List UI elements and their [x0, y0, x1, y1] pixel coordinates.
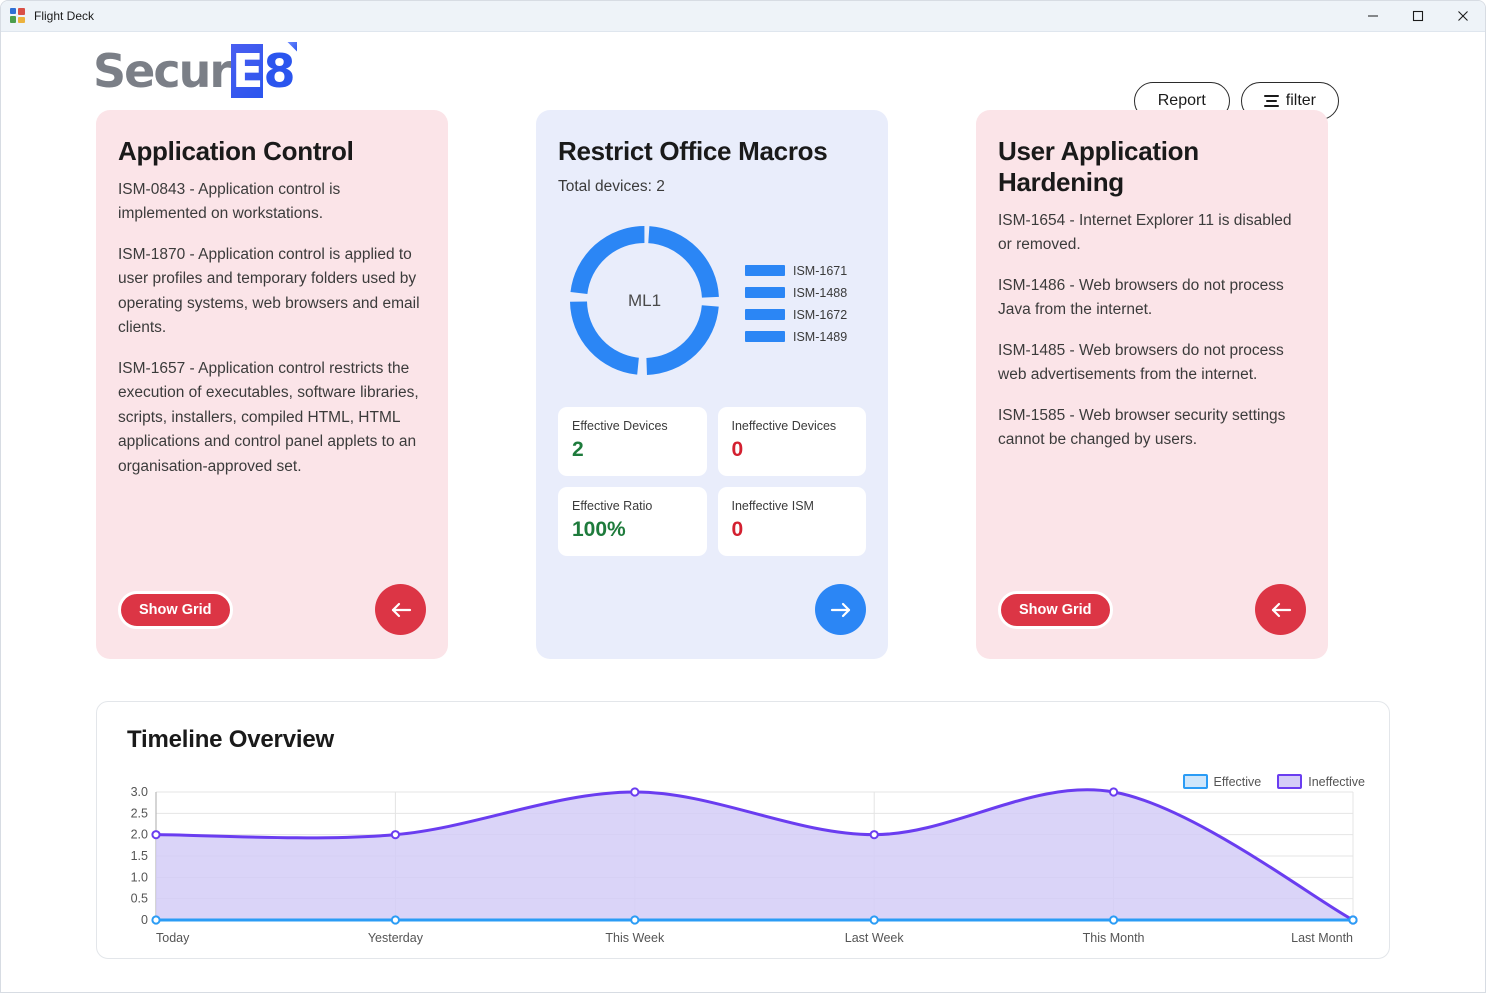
timeline-overview-panel: Timeline Overview Effective Ineffective … [96, 701, 1390, 959]
maximize-button[interactable] [1395, 1, 1440, 32]
y-axis-tick-label: 3.0 [131, 785, 148, 799]
x-axis-tick-label: Today [156, 931, 190, 945]
cards-row: Application Control ISM-0843 - Applicati… [1, 110, 1485, 659]
arrow-right-icon [830, 602, 850, 617]
app-header: Secur E8 Report filter [1, 32, 1485, 120]
legend-label: ISM-1488 [793, 285, 848, 300]
card-title: Application Control [118, 136, 354, 166]
x-axis-tick-label: Last Month [1291, 931, 1353, 945]
show-grid-button[interactable]: Show Grid [998, 590, 1113, 629]
card-paragraph: ISM-1654 - Internet Explorer 11 is disab… [998, 212, 1292, 254]
card-footer: Show Grid [118, 584, 426, 635]
minimize-button[interactable] [1350, 1, 1395, 32]
stat-value: 0 [731, 518, 744, 541]
stat-label: Ineffective ISM [731, 499, 814, 513]
legend-label: ISM-1489 [793, 329, 848, 344]
report-button-label: Report [1157, 92, 1206, 109]
legend-swatch [745, 309, 785, 320]
stat-value: 2 [572, 438, 584, 461]
stat-ineffective-devices: Ineffective Devices 0 [717, 407, 866, 476]
stats-grid: Effective Devices 2 Ineffective Devices … [558, 407, 866, 556]
x-axis-tick-label: This Month [1083, 931, 1145, 945]
y-axis-tick-label: 1.0 [131, 870, 148, 884]
total-devices-label: Total devices: 2 [558, 178, 665, 195]
y-axis-tick-label: 2.5 [131, 806, 148, 820]
filter-button-label: filter [1285, 92, 1316, 109]
y-axis-tick-label: 2.0 [131, 828, 148, 842]
donut-chart: ML1 [562, 218, 727, 383]
next-button[interactable] [815, 584, 866, 635]
card-title: Restrict Office Macros [558, 136, 828, 166]
stat-value: 0 [731, 438, 744, 461]
stat-value: 100% [572, 518, 626, 541]
legend-label: ISM-1672 [793, 307, 848, 322]
y-axis-tick-label: 1.5 [131, 849, 148, 863]
card-restrict-office-macros: Restrict Office Macros Total devices: 2 … [536, 110, 888, 659]
logo-letter-e: E [231, 44, 263, 98]
x-axis-tick-label: Yesterday [368, 931, 424, 945]
y-axis-tick-label: 0.5 [131, 892, 148, 906]
stat-effective-devices: Effective Devices 2 [558, 407, 707, 476]
stat-label: Effective Devices [572, 419, 668, 433]
logo-text-e8: E8 [231, 42, 298, 98]
card-paragraph: ISM-1657 - Application control restricts… [118, 359, 419, 475]
timeline-title: Timeline Overview [127, 726, 334, 753]
card-paragraph: ISM-0843 - Application control is implem… [118, 181, 341, 223]
card-paragraph: ISM-1485 - Web browsers do not process w… [998, 341, 1284, 384]
legend-swatch [745, 331, 785, 342]
filter-icon [1263, 94, 1279, 108]
stat-ineffective-ism: Ineffective ISM 0 [717, 487, 866, 556]
arrow-left-icon [391, 602, 411, 617]
card-paragraph: ISM-1870 - Application control is applie… [118, 245, 420, 337]
card-footer: Show Grid [998, 584, 1306, 635]
securE8-logo: Secur E8 [93, 42, 298, 98]
card-title: User Application Hardening [998, 136, 1199, 197]
stat-label: Effective Ratio [572, 499, 653, 513]
card-application-control: Application Control ISM-0843 - Applicati… [96, 110, 448, 659]
previous-button[interactable] [375, 584, 426, 635]
title-bar: Flight Deck [1, 1, 1485, 32]
previous-button[interactable] [1255, 584, 1306, 635]
legend-item[interactable]: ISM-1671 [745, 264, 847, 278]
card-paragraph: ISM-1486 - Web browsers do not process J… [998, 276, 1284, 319]
timeline-chart: 0 0.5 1.0 1.5 2.0 2.5 3.0 Today Yesterday This We… [116, 784, 1371, 945]
card-footer [558, 584, 866, 635]
show-grid-button[interactable]: Show Grid [118, 590, 233, 629]
stat-label: Ineffective Devices [731, 419, 837, 433]
close-button[interactable] [1440, 1, 1485, 32]
x-axis-tick-label: Last Week [845, 931, 905, 945]
donut-chart-row: ML1 ISM-1671 ISM-1488 ISM-1672 ISM-1489 [562, 218, 866, 383]
app-window: Flight Deck Secur E8 Report filter Appli… [0, 0, 1486, 993]
app-icon [10, 8, 26, 24]
legend-item[interactable]: ISM-1672 [745, 308, 847, 322]
donut-center-label: ML1 [627, 290, 662, 310]
legend-swatch [745, 265, 785, 276]
logo-text-secur: Secur [93, 44, 232, 98]
window-title: Flight Deck [34, 9, 95, 23]
y-axis-tick-label: 0 [141, 913, 148, 927]
timeline-chart-svg: 0 0.5 1.0 1.5 2.0 2.5 3.0 Today Yesterday This We… [131, 785, 1358, 945]
legend-item[interactable]: ISM-1489 [745, 330, 847, 344]
stat-effective-ratio: Effective Ratio 100% [558, 487, 707, 556]
legend-item[interactable]: ISM-1488 [745, 286, 847, 300]
card-paragraph: ISM-1585 - Web browser security settings… [998, 406, 1286, 449]
legend-label: ISM-1671 [793, 263, 848, 278]
legend-swatch [745, 287, 785, 298]
donut-legend: ISM-1671 ISM-1488 ISM-1672 ISM-1489 [745, 264, 847, 344]
x-axis-tick-label: This Week [605, 931, 665, 945]
logo-digit-8: 8 [263, 44, 295, 98]
card-user-application-hardening: User Application Hardening ISM-1654 - In… [976, 110, 1328, 659]
arrow-left-icon [1271, 602, 1291, 617]
